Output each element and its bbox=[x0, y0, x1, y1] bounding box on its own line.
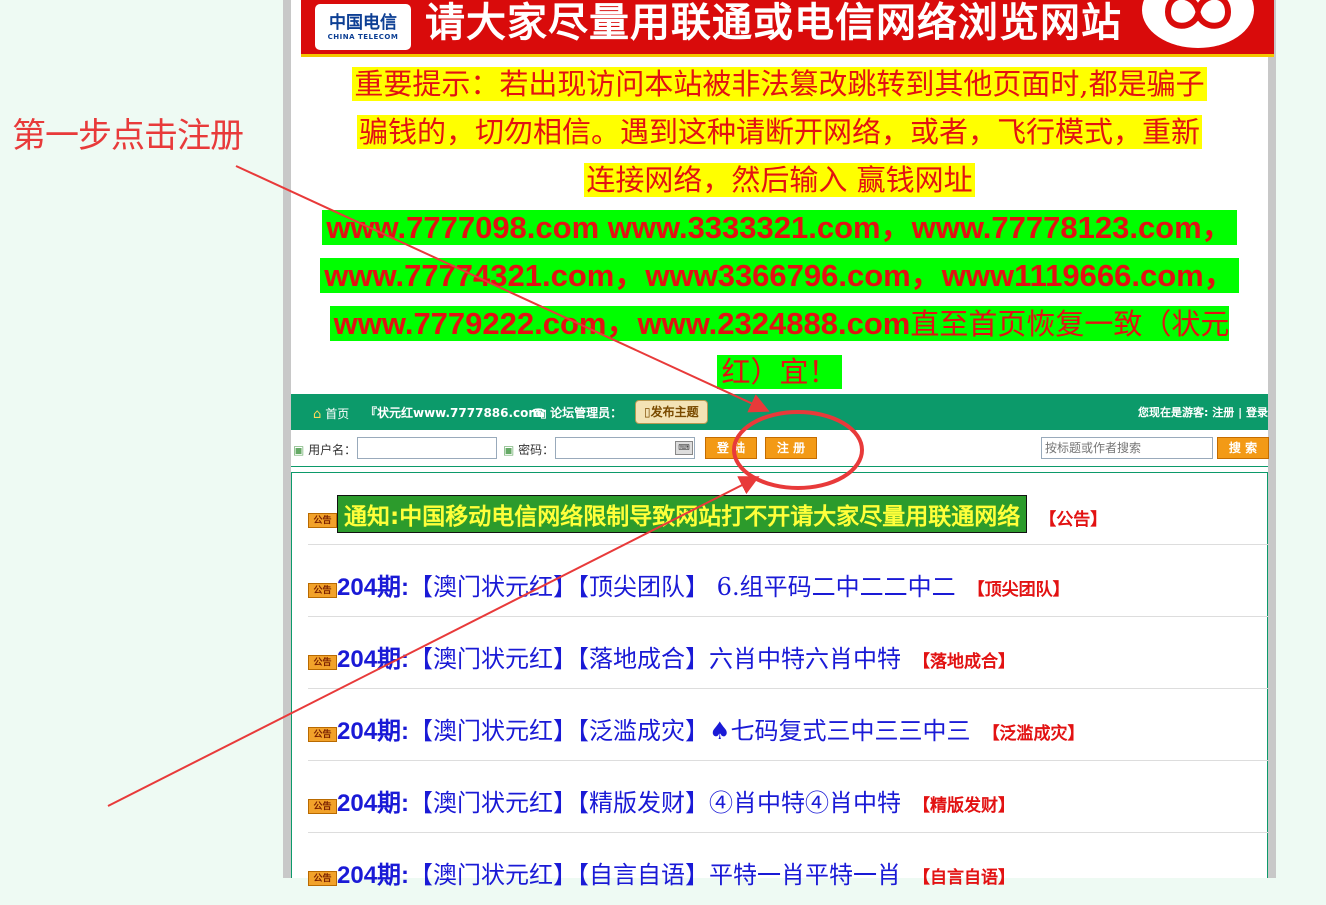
guest-status: 您现在是游客: 注册 | 登录 bbox=[1138, 406, 1268, 419]
forum-page: 中国电信 CHINA TELECOM 请大家尽量用联通或电信网络浏览网站 重要提… bbox=[283, 0, 1276, 889]
image-icon: ▣ bbox=[503, 443, 515, 457]
nav-home-link[interactable]: ⌂ 首页 bbox=[313, 405, 349, 422]
password-label: ▣ 密码： bbox=[503, 443, 555, 457]
password-input[interactable] bbox=[555, 437, 695, 459]
search-input[interactable] bbox=[1041, 437, 1213, 459]
image-icon: ▣ bbox=[293, 443, 305, 457]
search-button[interactable]: 搜 索 bbox=[1217, 437, 1269, 459]
list-item[interactable]: 公告 通知:中国移动电信网络限制导致网站打不开请大家尽量用联通网络 【公告】 bbox=[308, 473, 1268, 545]
list-item[interactable]: 公告 204期:【澳门状元红】【精版发财】④肖中特④肖中特 【精版发财】 bbox=[308, 761, 1268, 833]
warning-notice: 重要提示：若出现访问本站被非法篡改跳转到其他页面时,都是骗子 骗钱的，切勿相信。… bbox=[291, 60, 1268, 396]
announcement-icon: 公告 bbox=[308, 512, 337, 528]
thread-tag: 【精版发财】 bbox=[913, 796, 1016, 816]
thread-title[interactable]: 204期:【澳门状元红】【自言自语】平特一肖平特一肖 bbox=[337, 855, 901, 890]
forum-name-link[interactable]: 『状元红www.7777886.com』 bbox=[365, 404, 553, 421]
username-input[interactable] bbox=[357, 437, 497, 459]
url-line-3: www.7779222.com，www.2324888.com bbox=[333, 306, 911, 341]
url-line-3-tail: 直至首页恢复一致（状元 bbox=[910, 307, 1230, 341]
admin-icon: ☎ bbox=[531, 406, 546, 420]
warning-line-2: 骗钱的，切勿相信。遇到这种请断开网络，或者，飞行模式，重新 bbox=[356, 115, 1202, 149]
china-unicom-logo-icon bbox=[1142, 0, 1254, 48]
list-item[interactable]: 公告 204期:【澳门状元红】【自言自语】平特一肖平特一肖 【自言自语】 bbox=[308, 833, 1268, 905]
login-button[interactable]: 登 陆 bbox=[705, 437, 757, 459]
warning-line-1: 重要提示：若出现访问本站被非法篡改跳转到其他页面时,都是骗子 bbox=[352, 67, 1207, 101]
announcement-icon: 公告 bbox=[308, 799, 337, 814]
announcement-icon: 公告 bbox=[308, 583, 337, 598]
annotation-step-label: 第一步点击注册 bbox=[12, 116, 244, 156]
post-topic-button[interactable]: ▯发布主题 bbox=[635, 400, 708, 424]
list-item[interactable]: 公告 204期:【澳门状元红】【泛滥成灾】♠七码复式三中三三中三 【泛滥成灾】 bbox=[308, 689, 1268, 761]
list-item[interactable]: 公告 204期:【澳门状元红】【落地成合】六肖中特六肖中特 【落地成合】 bbox=[308, 617, 1268, 689]
thread-title[interactable]: 通知:中国移动电信网络限制导致网站打不开请大家尽量用联通网络 bbox=[337, 495, 1028, 533]
announcement-icon: 公告 bbox=[308, 727, 337, 742]
document-icon: ▯ bbox=[644, 405, 651, 419]
forum-navbar: ⌂ 首页 『状元红www.7777886.com』 ☎ 论坛管理员： ▯发布主题 … bbox=[291, 394, 1268, 430]
thread-title[interactable]: 204期:【澳门状元红】【精版发财】④肖中特④肖中特 bbox=[337, 783, 901, 818]
url-line-2: www.77774321.com，www3366796.com，www11196… bbox=[320, 258, 1239, 293]
forum-admin-label: ☎ 论坛管理员： bbox=[531, 406, 623, 420]
thread-title[interactable]: 204期:【澳门状元红】【顶尖团队】 6.组平码二中二二中二 bbox=[337, 567, 956, 602]
warning-line-3: 连接网络，然后输入 赢钱网址 bbox=[584, 163, 975, 197]
announcement-icon: 公告 bbox=[308, 871, 337, 886]
thread-tag: 【泛滥成灾】 bbox=[982, 724, 1085, 744]
thread-title[interactable]: 204期:【澳门状元红】【泛滥成灾】♠七码复式三中三三中三 bbox=[337, 711, 971, 746]
thread-list: 公告 通知:中国移动电信网络限制导致网站打不开请大家尽量用联通网络 【公告】 公… bbox=[291, 472, 1268, 889]
nav-login-link[interactable]: 登录 bbox=[1246, 406, 1268, 419]
thread-tag: 【顶尖团队】 bbox=[967, 580, 1070, 600]
url-line-1: www.7777098.com www.3333321.com，www.7777… bbox=[322, 210, 1237, 245]
register-button[interactable]: 注 册 bbox=[765, 437, 817, 459]
list-item[interactable]: 公告 204期:【澳门状元红】【顶尖团队】 6.组平码二中二二中二 【顶尖团队】 bbox=[308, 545, 1268, 617]
url-line-4: 红）宜！ bbox=[717, 355, 842, 389]
login-bar: ▣ 用户名： ▣ 密码： ⌨ 登 陆 注 册 搜 索 bbox=[291, 430, 1269, 467]
nav-register-link[interactable]: 注册 bbox=[1212, 406, 1234, 419]
network-banner: 中国电信 CHINA TELECOM 请大家尽量用联通或电信网络浏览网站 bbox=[301, 0, 1274, 57]
thread-tag: 【自言自语】 bbox=[913, 868, 1016, 888]
thread-tag: 【公告】 bbox=[1039, 509, 1108, 530]
thread-title[interactable]: 204期:【澳门状元红】【落地成合】六肖中特六肖中特 bbox=[337, 639, 901, 674]
banner-text: 请大家尽量用联通或电信网络浏览网站 bbox=[425, 0, 1122, 46]
username-label: ▣ 用户名： bbox=[293, 443, 357, 457]
announcement-icon: 公告 bbox=[308, 655, 337, 670]
china-telecom-logo: 中国电信 CHINA TELECOM bbox=[315, 4, 411, 50]
home-icon: ⌂ bbox=[313, 407, 322, 422]
thread-tag: 【落地成合】 bbox=[913, 652, 1016, 672]
keyboard-icon[interactable]: ⌨ bbox=[675, 441, 693, 455]
